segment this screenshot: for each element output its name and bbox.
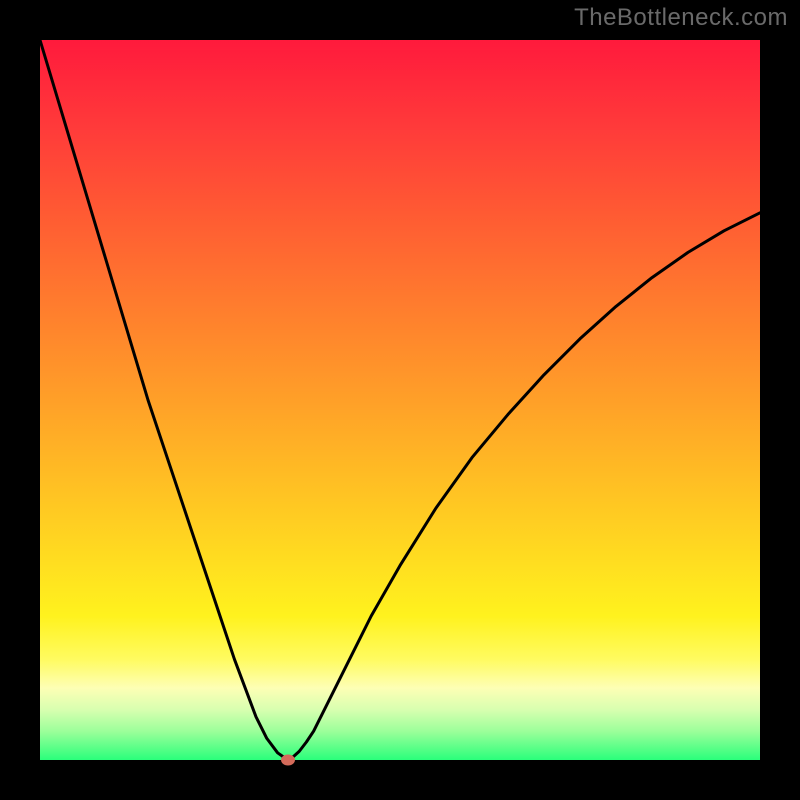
plot-area (40, 40, 760, 760)
minimum-marker (281, 755, 295, 766)
bottleneck-curve (40, 40, 760, 760)
chart-frame: TheBottleneck.com (0, 0, 800, 800)
watermark-text: TheBottleneck.com (574, 4, 788, 32)
